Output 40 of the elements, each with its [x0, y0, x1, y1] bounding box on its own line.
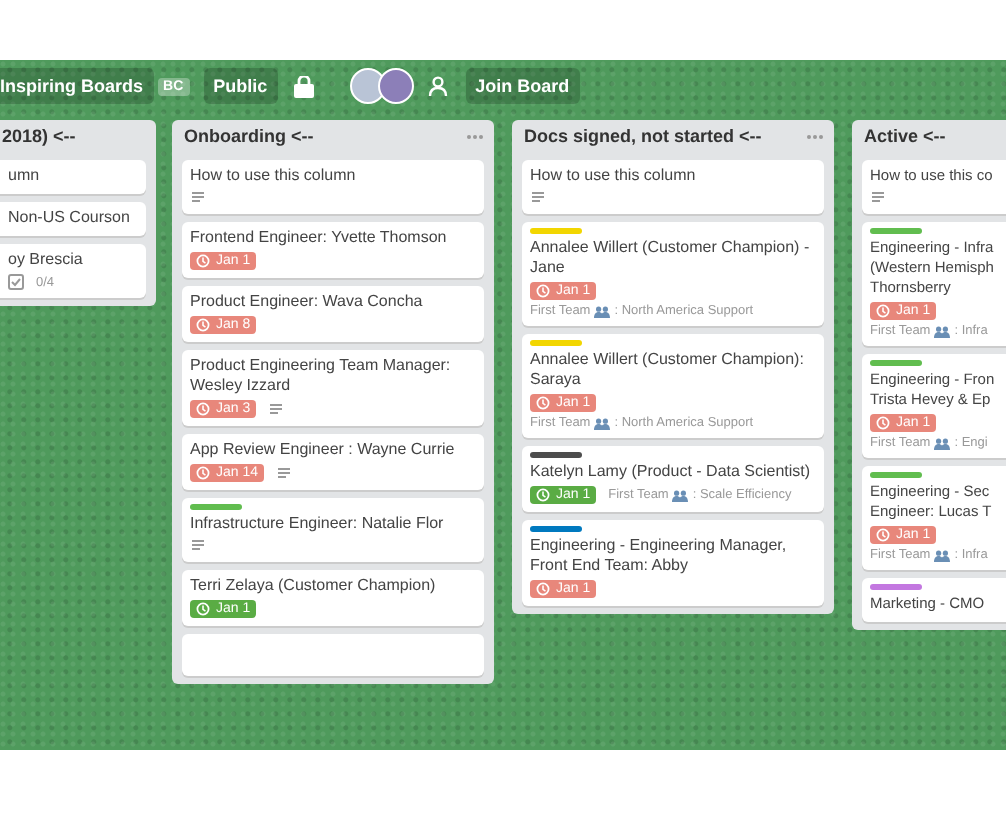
- checklist-icon: [8, 274, 24, 290]
- visibility-button[interactable]: Public: [203, 68, 278, 104]
- board-name-button[interactable]: Inspiring Boards: [0, 68, 154, 104]
- card[interactable]: umn: [0, 160, 146, 194]
- list-title: 2018) <--: [2, 126, 76, 146]
- card[interactable]: Infrastructure Engineer: Natalie Flor: [182, 498, 484, 562]
- card-title: oy Brescia: [8, 250, 83, 270]
- card-title: Terri Zelaya (Customer Champion): [190, 576, 436, 596]
- people-icon: [934, 437, 951, 449]
- card-title: Product Engineer: Wava Concha: [190, 292, 423, 312]
- card[interactable]: How to use this column: [182, 160, 484, 214]
- card-title: How to use this column: [190, 166, 356, 186]
- card-title: Katelyn Lamy (Product - Data Scientist): [530, 462, 811, 482]
- people-icon: [672, 489, 689, 501]
- list-title: Onboarding <--: [184, 126, 314, 146]
- card-title: How to use this column: [530, 166, 696, 186]
- list-title: Docs signed, not started <--: [524, 126, 762, 146]
- avatar[interactable]: [377, 68, 414, 104]
- card-title: Infrastructure Engineer: Natalie Flor: [190, 514, 444, 534]
- card-title: umn: [8, 166, 40, 186]
- people-icon: [594, 417, 611, 429]
- card-title: Non-US Courson: [8, 208, 130, 228]
- card-title: Frontend Engineer: Yvette Thomson: [190, 228, 447, 248]
- people-icon: [934, 549, 951, 561]
- card[interactable]: Non-US Courson: [0, 202, 146, 236]
- card-title: App Review Engineer : Wayne Currie: [190, 440, 455, 460]
- people-icon: [934, 325, 951, 337]
- menu-dots-icon[interactable]: [806, 133, 824, 139]
- card-title: Annalee Willert (Customer Champion): Saraya: [530, 350, 806, 390]
- card-title: Product Engineering Team Manager: Wesley Izzard: [190, 356, 453, 396]
- list-title: Active <--: [864, 126, 946, 146]
- menu-dots-icon[interactable]: [466, 133, 484, 139]
- person-icon[interactable]: [427, 76, 448, 96]
- card-title: Annalee Willert (Customer Champion) - Jane: [530, 238, 812, 278]
- join-board-button[interactable]: Join Board: [465, 68, 580, 104]
- people-icon: [594, 305, 611, 317]
- card-title: Engineering - Engineering Manager, Front End Team: Abby: [530, 536, 789, 576]
- card[interactable]: How to use this column: [522, 160, 824, 214]
- avatar[interactable]: [349, 68, 386, 104]
- lock-icon[interactable]: [291, 75, 316, 97]
